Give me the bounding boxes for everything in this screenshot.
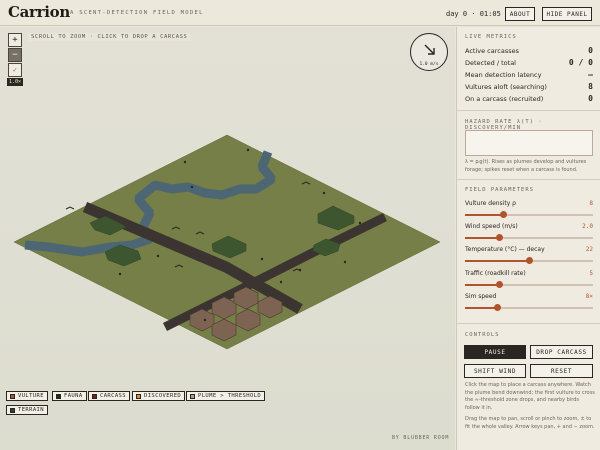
legend-carcass: CARCASS: [88, 391, 130, 401]
metric-label: On a carcass (recruited): [465, 95, 544, 103]
param-label: Wind speed (m/s) 2.0: [465, 223, 593, 230]
slider-fill: [465, 284, 500, 286]
param-value: 8: [589, 200, 593, 207]
slider-fill: [465, 237, 500, 239]
legend-swatch: [10, 407, 15, 413]
legend-swatch: [56, 393, 61, 399]
sim-speed-slider[interactable]: [465, 304, 593, 312]
divider: [457, 323, 600, 324]
hazard-note: λ = pᵢg(t). Rises as plumes develop and …: [465, 159, 587, 173]
legend-discovered: DISCOVERED: [132, 391, 186, 401]
slider-knob[interactable]: [499, 211, 507, 218]
param-name: Vulture density ρ: [465, 200, 516, 207]
controls-help: Click the map to place a carcass anywher…: [465, 382, 595, 411]
hazard-rate-chart: [465, 130, 593, 156]
legend-vulture: VULTURE: [6, 391, 48, 401]
legend-label: CARCASS: [100, 393, 126, 399]
metric-value: —: [588, 70, 593, 79]
legend-fauna: FAUNA: [52, 391, 87, 401]
param-value: 8×: [585, 293, 593, 300]
divider: [457, 110, 600, 111]
hide-panel-button[interactable]: HIDE PANEL: [542, 7, 592, 21]
about-button[interactable]: ABOUT: [505, 7, 535, 21]
side-panel: LIVE METRICS Active carcasses 0 Detected …: [456, 27, 600, 450]
legend-label: DISCOVERED: [144, 393, 182, 399]
divider: [457, 179, 600, 180]
controls-help-nav: Drag the map to pan, scroll or pinch to …: [465, 416, 595, 430]
credit: BY BLUBBER ROOM: [392, 435, 450, 441]
legend-terrain: TERRAIN: [6, 405, 48, 415]
slider-knob[interactable]: [496, 234, 504, 241]
metric-label: Detected / total: [465, 59, 516, 67]
legend-swatch: [10, 393, 15, 399]
controls-title: CONTROLS: [465, 332, 500, 338]
pause-button[interactable]: PAUSE: [464, 345, 526, 359]
param-value: 5: [589, 270, 593, 277]
wind-speed-readout: 1.0 m/s: [419, 62, 439, 67]
metric-value: 8: [588, 82, 593, 91]
zoom-in-button[interactable]: +: [8, 33, 22, 47]
slider-knob[interactable]: [525, 257, 533, 264]
app-tagline: A SCENT-DETECTION FIELD MODEL: [70, 10, 204, 16]
legend-label: PLUME > THRESHOLD: [198, 393, 262, 399]
app-title: Carrion: [8, 3, 70, 21]
param-label: Sim speed 8×: [465, 293, 593, 300]
param-label: Vulture density ρ 8: [465, 200, 593, 207]
param-name: Traffic (roadkill rate): [465, 270, 526, 277]
metric-vultures-aloft: Vultures aloft (searching) 8: [465, 82, 593, 91]
wind-speed-slider[interactable]: [465, 234, 593, 242]
param-name: Wind speed (m/s): [465, 223, 518, 230]
metric-label: Mean detection latency: [465, 71, 542, 79]
vulture-density-slider[interactable]: [465, 211, 593, 219]
param-value: 22: [585, 246, 593, 253]
zoom-controls: + − ✓ 1.0×: [7, 33, 23, 86]
legend-label: VULTURE: [18, 393, 44, 399]
metric-value: 0: [588, 94, 593, 103]
metric-on-carcass: On a carcass (recruited) 0: [465, 94, 593, 103]
legend-swatch: [92, 393, 97, 399]
wind-compass: 1.0 m/s: [410, 33, 448, 71]
top-bar: Carrion A SCENT-DETECTION FIELD MODEL da…: [0, 0, 600, 26]
param-label: Temperature (°C) — decay 22: [465, 246, 593, 253]
shift-wind-button[interactable]: SHIFT WIND: [464, 364, 526, 378]
param-value: 2.0: [582, 223, 593, 230]
param-name: Sim speed: [465, 293, 497, 300]
metric-label: Active carcasses: [465, 47, 519, 55]
slider-knob[interactable]: [493, 304, 501, 311]
temperature-slider[interactable]: [465, 257, 593, 265]
metric-value: 0 / 0: [568, 58, 593, 67]
slider-knob[interactable]: [496, 281, 504, 288]
legend-swatch: [190, 393, 195, 399]
slider-fill: [465, 214, 504, 216]
isometric-terrain[interactable]: [0, 27, 455, 450]
drop-carcass-button[interactable]: DROP CARCASS: [530, 345, 593, 359]
metric-mean-latency: Mean detection latency —: [465, 70, 593, 79]
params-title: FIELD PARAMETERS: [465, 187, 534, 193]
fit-view-button[interactable]: ✓: [8, 63, 22, 77]
metric-active-carcasses: Active carcasses 0: [465, 46, 593, 55]
legend-label: TERRAIN: [18, 407, 44, 413]
reset-button[interactable]: RESET: [530, 364, 593, 378]
slider-fill: [465, 307, 497, 309]
slider-fill: [465, 260, 529, 262]
zoom-level: 1.0×: [7, 78, 23, 86]
map-hint: SCROLL TO ZOOM · CLICK TO DROP A CARCASS: [28, 33, 191, 41]
param-label: Traffic (roadkill rate) 5: [465, 270, 593, 277]
metric-label: Vultures aloft (searching): [465, 83, 547, 91]
metric-value: 0: [588, 46, 593, 55]
param-name: Temperature (°C) — decay: [465, 246, 545, 253]
legend-plume: PLUME > THRESHOLD: [186, 391, 266, 401]
metrics-title: LIVE METRICS: [465, 34, 517, 40]
metric-detected-total: Detected / total 0 / 0: [465, 58, 593, 67]
sim-clock: day 0 · 01:05: [446, 10, 501, 18]
traffic-slider[interactable]: [465, 281, 593, 289]
map-viewport[interactable]: + − ✓ 1.0× SCROLL TO ZOOM · CLICK TO DRO…: [0, 27, 455, 450]
legend-label: FAUNA: [64, 393, 83, 399]
legend-swatch: [136, 393, 141, 399]
zoom-out-button[interactable]: −: [8, 48, 22, 62]
